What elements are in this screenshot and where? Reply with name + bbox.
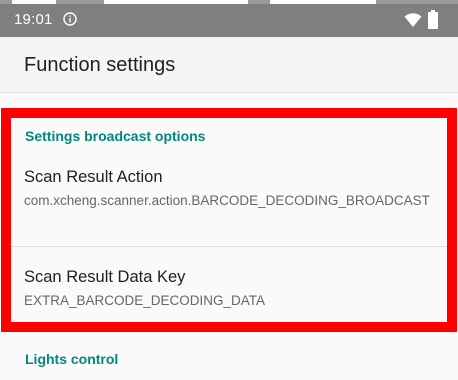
app-bar: Function settings: [0, 37, 458, 93]
page-title: Function settings: [24, 54, 176, 76]
status-time: 19:01: [14, 11, 53, 28]
category-settings-broadcast-options: Settings broadcast options: [25, 128, 206, 144]
status-bar: 19:01: [0, 4, 458, 37]
pref-title: Scan Result Action: [24, 168, 163, 186]
pref-summary: EXTRA_BARCODE_DECODING_DATA: [24, 293, 266, 308]
wifi-icon: [404, 13, 422, 27]
category-lights-control: Lights control: [25, 351, 119, 367]
pref-title: Scan Result Data Key: [24, 268, 186, 286]
pref-summary: com.xcheng.scanner.action.BARCODE_DECODI…: [24, 193, 430, 208]
info-icon: [63, 12, 77, 26]
pref-scan-result-action[interactable]: Scan Result Action com.xcheng.scanner.ac…: [11, 158, 447, 246]
battery-icon: [428, 10, 438, 29]
pref-scan-result-data-key[interactable]: Scan Result Data Key EXTRA_BARCODE_DECOD…: [11, 247, 447, 321]
